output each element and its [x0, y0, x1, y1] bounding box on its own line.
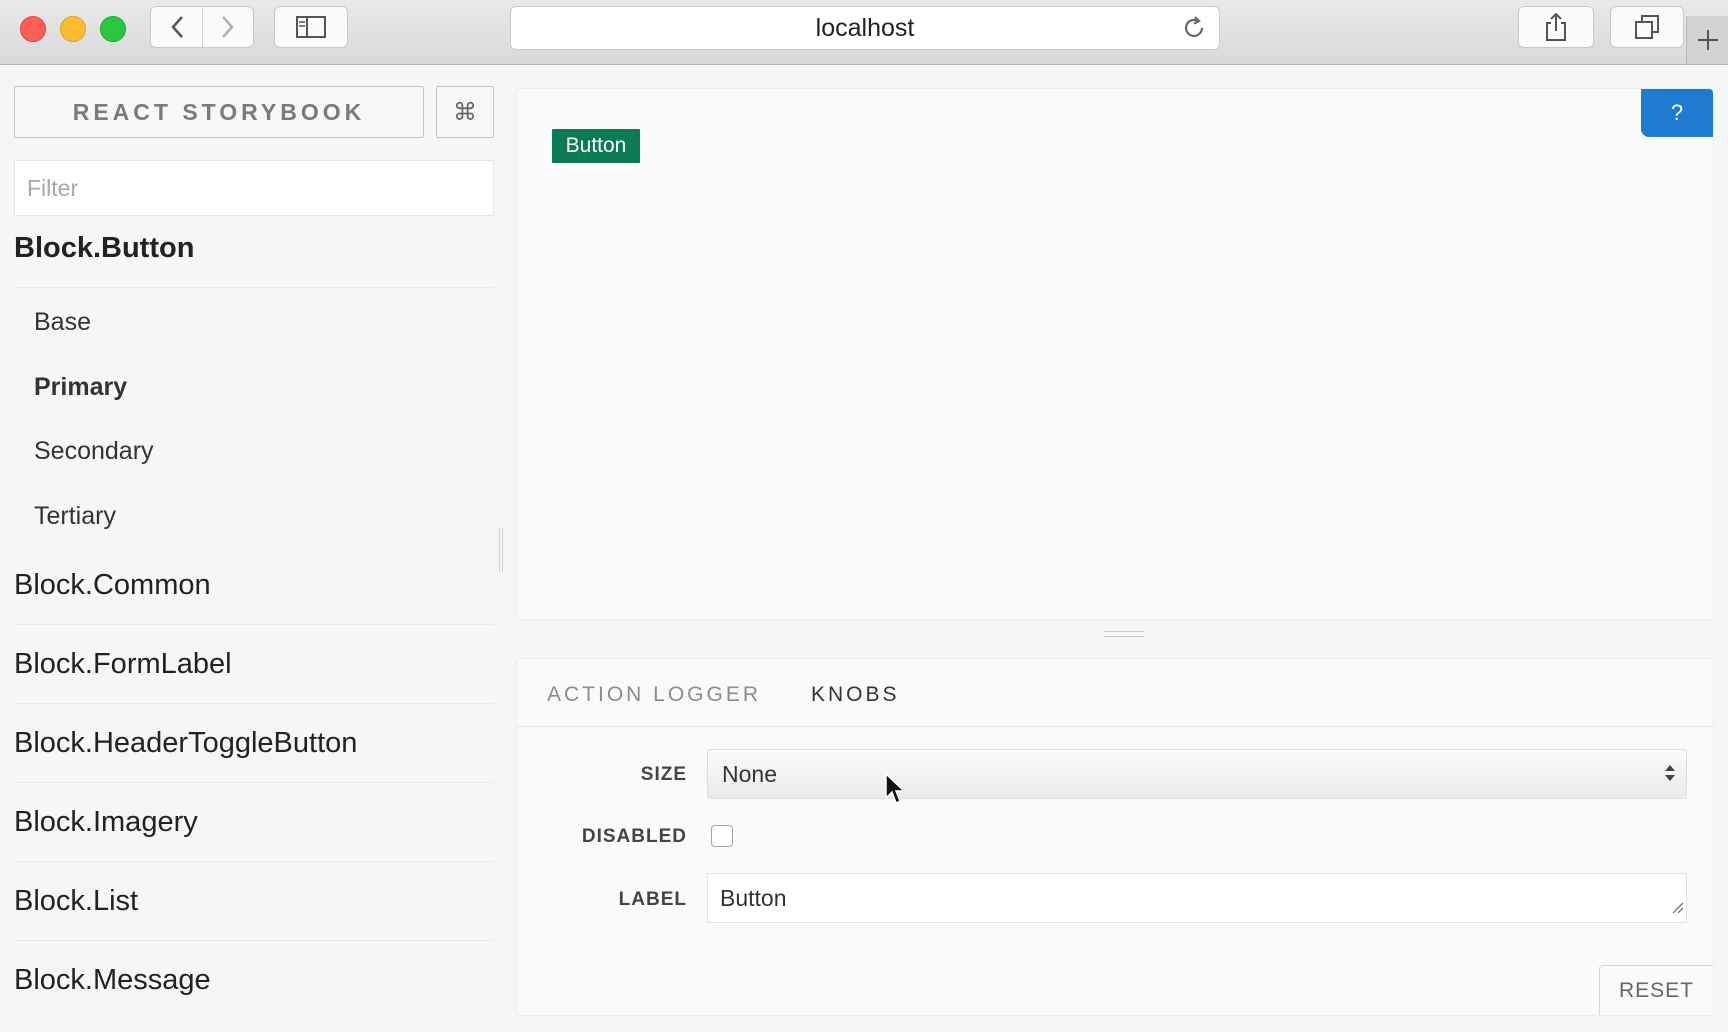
- back-icon[interactable]: [152, 7, 203, 47]
- preview-button[interactable]: Button: [552, 129, 640, 163]
- url-text: localhost: [815, 13, 915, 42]
- addon-panel: ACTION LOGGER KNOBS SIZE None DISABLED L…: [516, 658, 1714, 1016]
- select-arrows-icon: [1664, 762, 1676, 790]
- storybook-brand-button[interactable]: REACT STORYBOOK: [14, 86, 424, 138]
- story-preview: Button ?: [516, 88, 1714, 620]
- knob-disabled-checkbox[interactable]: [711, 825, 733, 847]
- story-base[interactable]: Base: [34, 308, 91, 337]
- knob-disabled-label: DISABLED: [581, 826, 687, 847]
- sidebar-toggle-button[interactable]: [274, 6, 348, 48]
- kind-block-headertogglebutton[interactable]: Block.HeaderToggleButton: [14, 727, 494, 783]
- tabs-overview-button[interactable]: [1610, 6, 1684, 48]
- story-primary[interactable]: Primary: [34, 373, 127, 402]
- window-minimize-button[interactable]: [60, 16, 86, 42]
- sidebar-resize-handle[interactable]: [499, 528, 503, 572]
- reset-button[interactable]: RESET: [1599, 965, 1713, 1015]
- story-secondary[interactable]: Secondary: [34, 437, 154, 466]
- knob-label-textarea[interactable]: Button: [707, 873, 1687, 923]
- filter-input[interactable]: [14, 160, 494, 216]
- mouse-cursor-icon: [884, 772, 906, 811]
- browser-toolbar: localhost: [0, 0, 1728, 65]
- kind-block-common[interactable]: Block.Common: [14, 569, 494, 625]
- addon-tabs: ACTION LOGGER KNOBS: [517, 659, 1713, 727]
- kind-block-message[interactable]: Block.Message: [14, 964, 494, 1020]
- knob-size-select[interactable]: None: [707, 749, 1687, 799]
- kind-block-list[interactable]: Block.List: [14, 885, 494, 941]
- help-button[interactable]: ?: [1641, 89, 1713, 137]
- resize-grip-icon[interactable]: [1670, 893, 1684, 920]
- share-icon: [1546, 12, 1566, 41]
- kind-block-imagery[interactable]: Block.Imagery: [14, 806, 494, 862]
- panel-resize-handle[interactable]: [1104, 631, 1144, 637]
- story-tertiary[interactable]: Tertiary: [34, 502, 116, 531]
- share-button[interactable]: [1518, 6, 1594, 48]
- address-bar[interactable]: localhost: [510, 6, 1220, 50]
- new-tab-button[interactable]: [1686, 16, 1728, 64]
- knob-label-label: LABEL: [618, 889, 687, 910]
- kind-block-button[interactable]: Block.Button: [14, 232, 494, 288]
- forward-icon[interactable]: [203, 15, 253, 39]
- knob-size-value: None: [722, 760, 777, 787]
- window-zoom-button[interactable]: [100, 16, 126, 42]
- knob-label-value: Button: [720, 884, 787, 911]
- shortcuts-button[interactable]: ⌘: [436, 86, 494, 138]
- plus-icon: [1698, 30, 1718, 50]
- kind-block-formlabel[interactable]: Block.FormLabel: [14, 648, 494, 704]
- reload-icon[interactable]: [1181, 15, 1207, 48]
- back-forward-group: [150, 6, 254, 48]
- tabs-icon: [1635, 15, 1659, 39]
- sidebar-icon: [296, 16, 326, 38]
- knob-size-label: SIZE: [640, 764, 687, 785]
- tab-knobs[interactable]: KNOBS: [811, 683, 900, 707]
- tab-action-logger[interactable]: ACTION LOGGER: [547, 683, 761, 707]
- window-close-button[interactable]: [20, 16, 46, 42]
